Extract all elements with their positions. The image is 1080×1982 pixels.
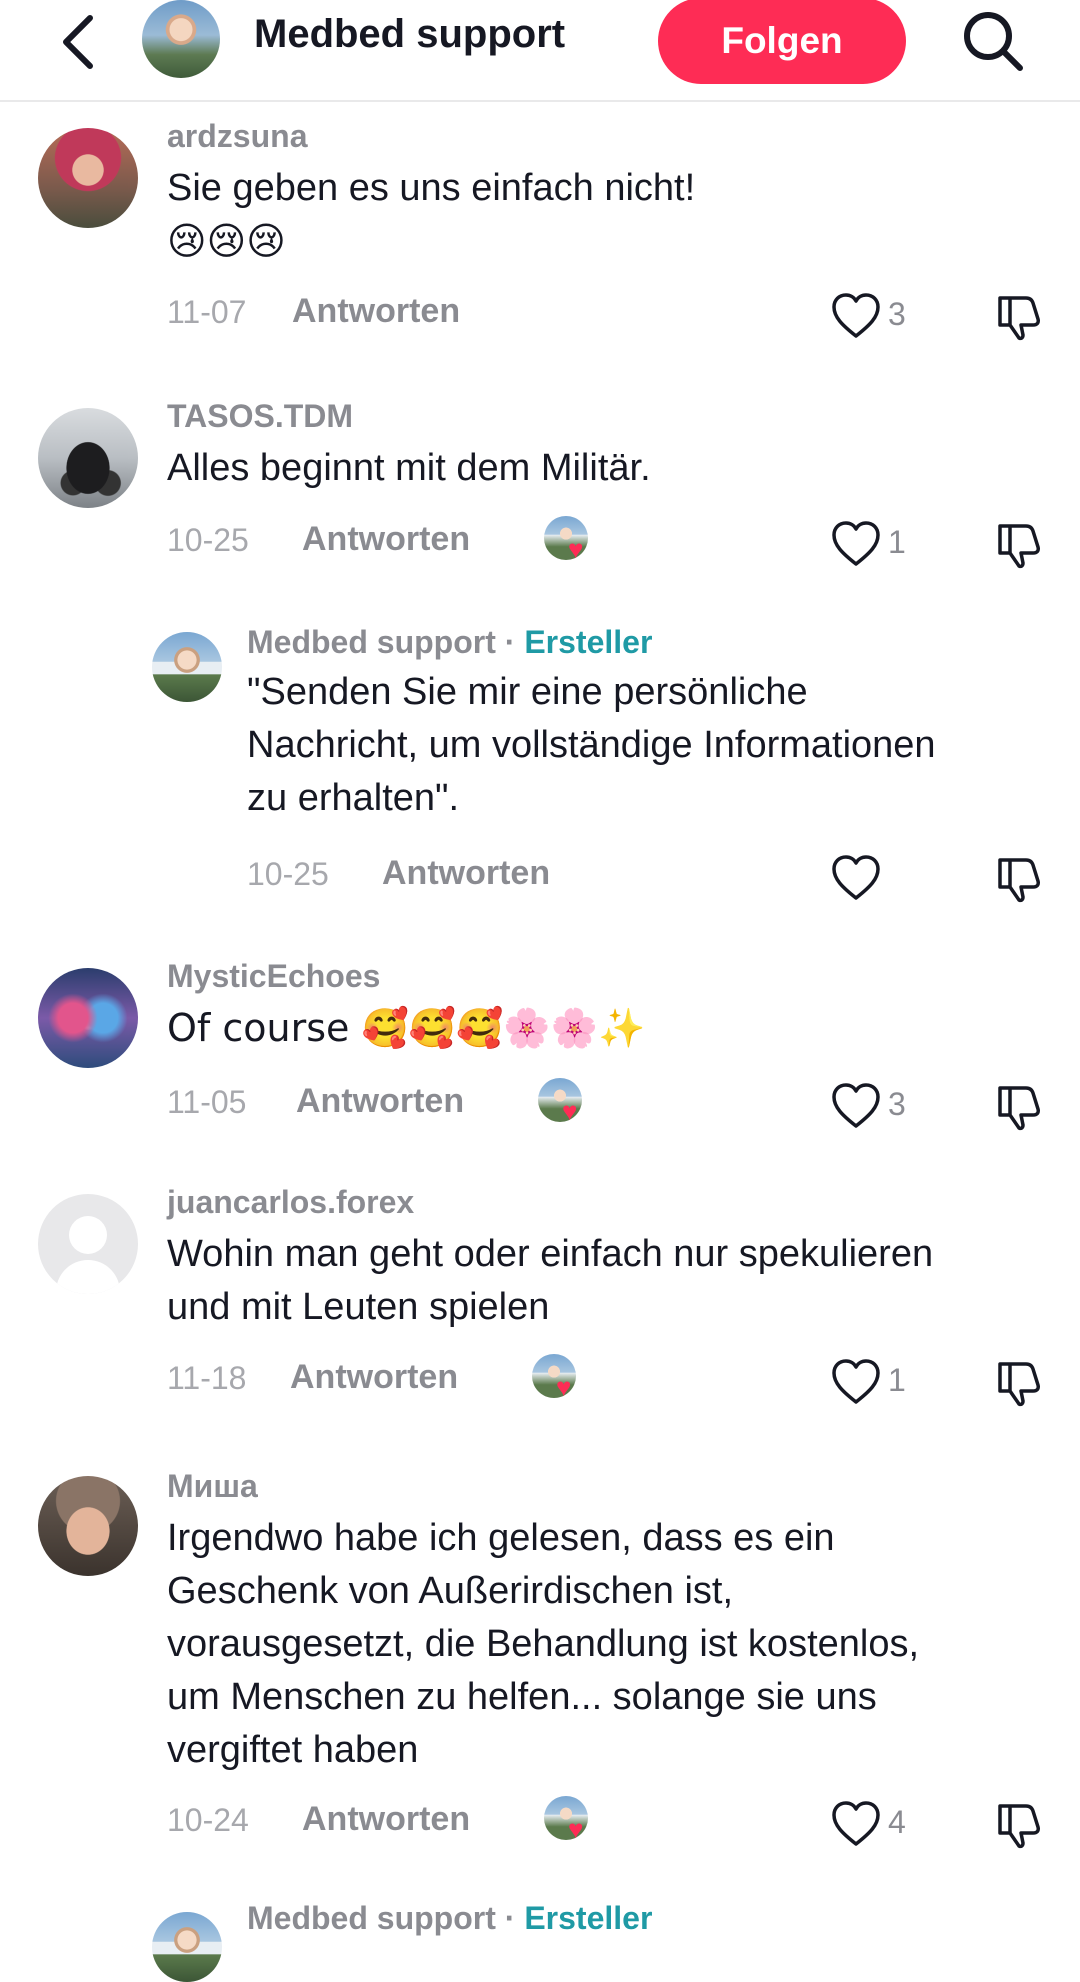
reply-button[interactable]: Antworten — [296, 1082, 464, 1121]
reply-button[interactable]: Antworten — [302, 520, 470, 559]
comment-date: 10-25 — [247, 856, 329, 892]
comment-text: Irgendwo habe ich gelesen, dass es ein G… — [167, 1512, 919, 1777]
follow-button[interactable]: Folgen — [658, 0, 906, 84]
reply-button[interactable]: Antworten — [302, 1800, 470, 1839]
like-count: 4 — [888, 1804, 906, 1840]
comment-item: juancarlos.forex Wohin man geht oder ein… — [0, 1176, 1080, 1407]
heart-icon[interactable] — [830, 290, 882, 342]
avatar[interactable] — [152, 1912, 222, 1982]
page-title: Medbed support — [254, 12, 566, 56]
comment-text: Sie geben es uns einfach nicht! 😢😢😢 — [167, 162, 695, 268]
comment-username[interactable]: Миша — [167, 1468, 258, 1505]
comment-item: MysticEchoes Of course 🥰🥰🥰🌸🌸✨ 11-05 Antw… — [0, 950, 1080, 1132]
heart-icon: ♥ — [556, 1372, 572, 1402]
comment-item: ardzsuna Sie geben es uns einfach nicht!… — [0, 110, 1080, 350]
comment-text-line: und mit Leuten spielen — [167, 1286, 550, 1328]
dislike-icon[interactable] — [992, 1356, 1044, 1408]
comment-text-line: Irgendwo habe ich gelesen, dass es ein — [167, 1517, 835, 1559]
comment-item: TASOS.TDM Alles beginnt mit dem Militär.… — [0, 390, 1080, 570]
creator-liked-badge: ♥ — [544, 1796, 588, 1842]
comment-date: 11-05 — [167, 1084, 247, 1120]
heart-icon: ♥ — [562, 1096, 578, 1126]
search-icon[interactable] — [960, 8, 1026, 74]
comment-username[interactable]: TASOS.TDM — [167, 398, 353, 435]
back-arrow-icon[interactable] — [52, 10, 112, 70]
comment-text-line: Sie geben es uns einfach nicht! — [167, 167, 696, 209]
heart-icon: ♥ — [568, 1814, 584, 1844]
heart-icon[interactable] — [830, 852, 882, 904]
comment-text-line: 😢😢😢 — [167, 219, 286, 263]
comment-text-line: Wohin man geht oder einfach nur spekulie… — [167, 1233, 934, 1275]
comment-item: Миша Irgendwo habe ich gelesen, dass es … — [0, 1460, 1080, 1849]
comment-date: 11-18 — [167, 1360, 247, 1396]
comment-text-line: zu erhalten". — [247, 777, 460, 819]
reply-author: Medbed support — [247, 624, 496, 660]
heart-icon[interactable] — [830, 1080, 882, 1132]
like-count: 1 — [888, 1362, 906, 1398]
comment-date: 10-25 — [167, 522, 249, 558]
comment-text: Alles beginnt mit dem Militär. — [167, 447, 651, 489]
comment-text: Of course 🥰🥰🥰🌸🌸✨ — [167, 1006, 646, 1050]
reply-button[interactable]: Antworten — [292, 292, 460, 331]
creator-avatar[interactable] — [142, 0, 220, 78]
avatar[interactable] — [38, 1476, 138, 1576]
creator-badge: Ersteller — [524, 1900, 653, 1936]
avatar[interactable] — [38, 408, 138, 508]
comment-text-line: Nachricht, um vollständige Informationen — [247, 724, 936, 766]
comment-username[interactable]: Medbed support · Ersteller — [247, 624, 652, 661]
separator: · — [495, 1900, 525, 1936]
heart-icon[interactable] — [830, 518, 882, 570]
comment-text-line: "Senden Sie mir eine persönliche — [247, 671, 808, 713]
comment-date: 10-24 — [167, 1802, 249, 1838]
creator-badge: Ersteller — [524, 624, 653, 660]
avatar[interactable] — [38, 1194, 138, 1294]
comment-text-line: vergiftet haben — [167, 1729, 419, 1771]
dislike-icon[interactable] — [992, 852, 1044, 904]
dislike-icon[interactable] — [992, 1798, 1044, 1850]
avatar[interactable] — [38, 968, 138, 1068]
comment-text-line: um Menschen zu helfen... solange sie uns — [167, 1676, 877, 1718]
comment-username[interactable]: juancarlos.forex — [167, 1184, 414, 1221]
reply-button[interactable]: Antworten — [382, 854, 550, 893]
like-count: 3 — [888, 296, 906, 332]
reply-button[interactable]: Antworten — [290, 1358, 458, 1397]
comment-text-line: vorausgesetzt, die Behandlung ist kosten… — [167, 1623, 920, 1665]
comment-username[interactable]: MysticEchoes — [167, 958, 380, 995]
creator-liked-badge: ♥ — [532, 1354, 576, 1400]
heart-icon[interactable] — [830, 1356, 882, 1408]
comment-username[interactable]: Medbed support · Ersteller — [247, 1900, 652, 1937]
avatar[interactable] — [38, 128, 138, 228]
creator-liked-badge: ♥ — [538, 1078, 582, 1124]
heart-icon: ♥ — [568, 534, 584, 564]
reply-author: Medbed support — [247, 1900, 496, 1936]
avatar[interactable] — [152, 632, 222, 702]
comment-date: 11-07 — [167, 294, 247, 330]
comment-text: "Senden Sie mir eine persönliche Nachric… — [247, 666, 936, 825]
like-count: 3 — [888, 1086, 906, 1122]
comment-text-line: Geschenk von Außerirdischen ist, — [167, 1570, 734, 1612]
top-bar: Medbed support Folgen — [0, 0, 1080, 102]
reply-item: Medbed support · Ersteller "Senden Sie m… — [0, 620, 1080, 910]
dislike-icon[interactable] — [992, 1080, 1044, 1132]
reply-item: Medbed support · Ersteller — [0, 1900, 1080, 1982]
dislike-icon[interactable] — [992, 290, 1044, 342]
heart-icon[interactable] — [830, 1798, 882, 1850]
comment-text: Wohin man geht oder einfach nur spekulie… — [167, 1228, 933, 1334]
creator-liked-badge: ♥ — [544, 516, 588, 562]
separator: · — [495, 624, 525, 660]
dislike-icon[interactable] — [992, 518, 1044, 570]
like-count: 1 — [888, 524, 906, 560]
comment-username[interactable]: ardzsuna — [167, 118, 307, 155]
